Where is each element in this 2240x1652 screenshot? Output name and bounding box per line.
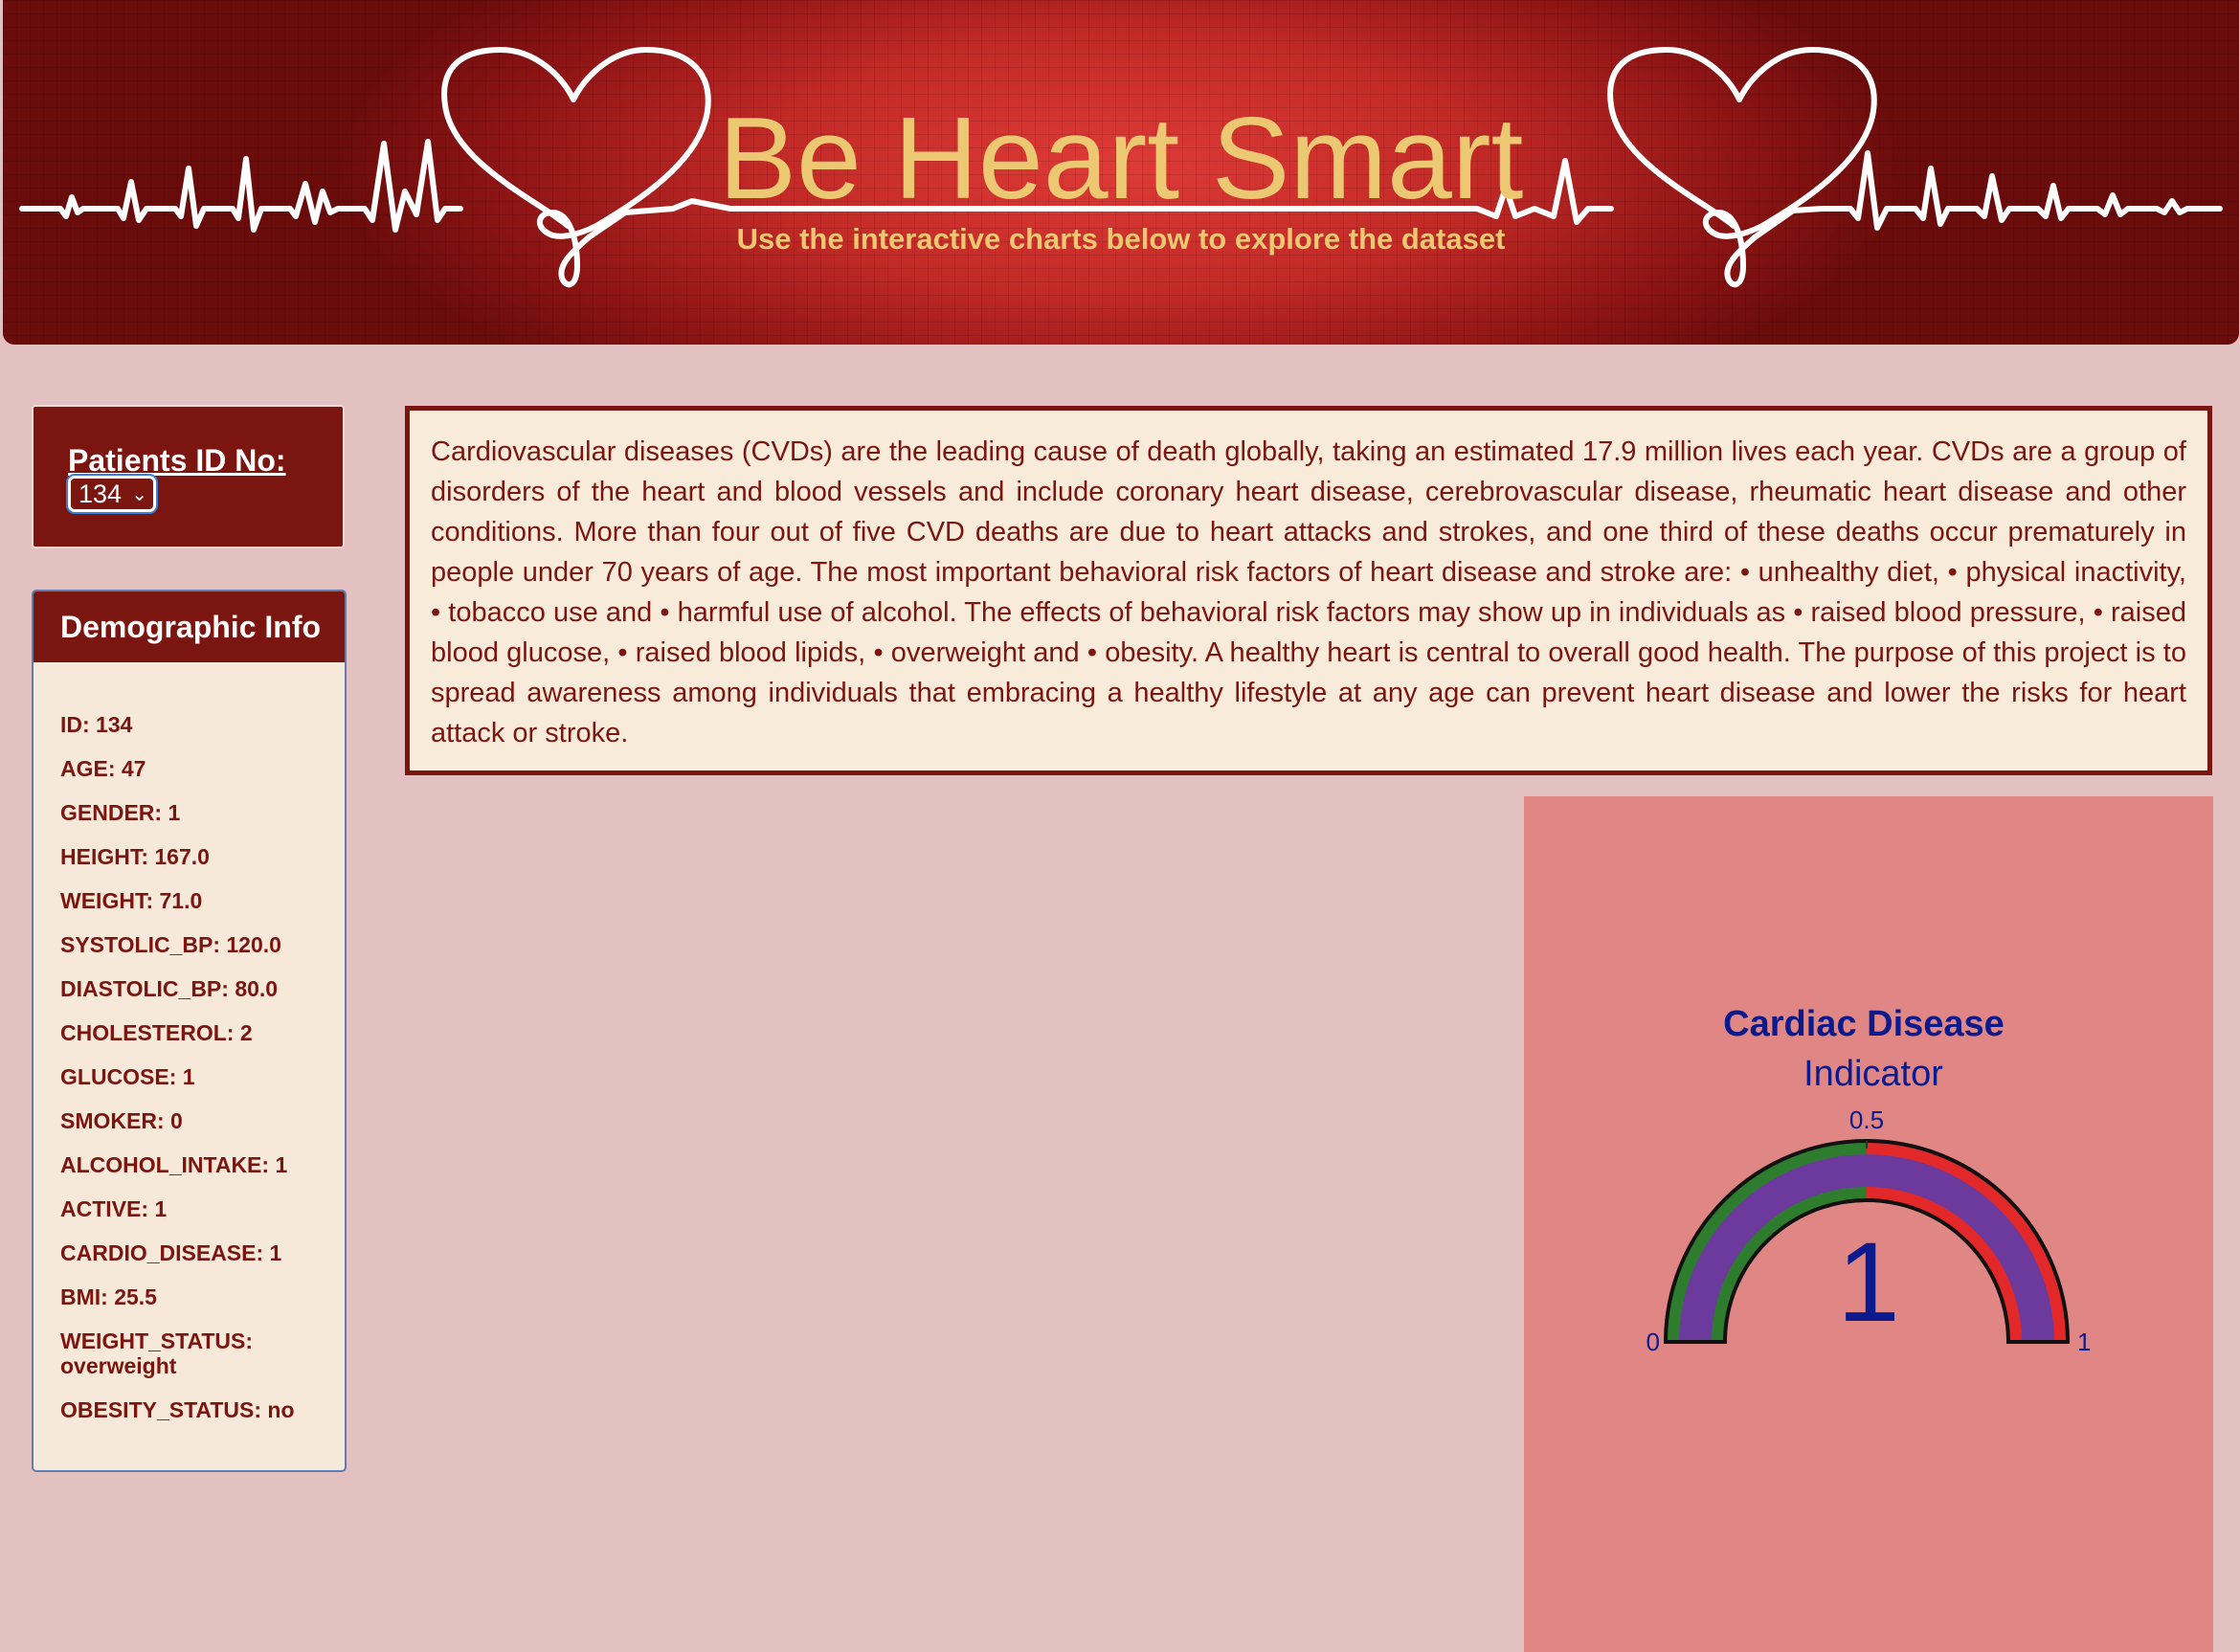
demographic-item-systolic-bp: SYSTOLIC_BP: 120.0 bbox=[60, 932, 281, 957]
demographic-item-id: ID: 134 bbox=[60, 712, 133, 737]
demographic-item-diastolic-bp: DIASTOLIC_BP: 80.0 bbox=[60, 976, 279, 1001]
demographic-item-cholesterol: CHOLESTEROL: 2 bbox=[60, 1020, 253, 1045]
gauge-title-line2: Indicator bbox=[1803, 1054, 1943, 1094]
demographic-item-obesity-status: OBESITY_STATUS: no bbox=[60, 1397, 295, 1422]
cardiac-disease-gauge-panel: Cardiac Disease Indicator 0.5 0 1 1 bbox=[1524, 796, 2213, 1652]
gauge-tick-min: 0 bbox=[1646, 1328, 1660, 1356]
demographic-item-cardio-disease: CARDIO_DISEASE: 1 bbox=[60, 1240, 282, 1265]
gauge-tick-mid: 0.5 bbox=[1849, 1105, 1884, 1134]
gauge-title-line1: Cardiac Disease bbox=[1723, 1004, 2005, 1044]
patient-selector-panel: Patients ID No: 134 ⌄ bbox=[32, 405, 345, 548]
demographic-item-bmi: BMI: 25.5 bbox=[60, 1284, 157, 1309]
demographic-info-heading: Demographic Info bbox=[34, 592, 345, 662]
page-subtitle: Use the interactive charts below to expl… bbox=[736, 222, 1506, 256]
demographic-info-panel: Demographic Info ID: 134 AGE: 47 GENDER:… bbox=[32, 590, 347, 1472]
demographic-info-list: ID: 134 AGE: 47 GENDER: 1 HEIGHT: 167.0 … bbox=[60, 712, 337, 1441]
demographic-item-weight-status: WEIGHT_STATUS: overweight bbox=[60, 1328, 254, 1378]
cardiac-disease-gauge: Cardiac Disease Indicator 0.5 0 1 1 bbox=[1646, 1004, 2092, 1356]
demographic-item-height: HEIGHT: 167.0 bbox=[60, 844, 210, 869]
patient-id-selected-value: 134 bbox=[78, 480, 123, 508]
header-banner: Be Heart Smart Use the interactive chart… bbox=[3, 0, 2239, 345]
patient-id-dropdown[interactable]: 134 ⌄ bbox=[68, 476, 156, 512]
intro-description: Cardiovascular diseases (CVDs) are the l… bbox=[405, 406, 2212, 775]
gauge-tick-max: 1 bbox=[2077, 1328, 2091, 1356]
demographic-item-weight: WEIGHT: 71.0 bbox=[60, 888, 203, 913]
demographic-item-glucose: GLUCOSE: 1 bbox=[60, 1064, 195, 1089]
page-title: Be Heart Smart bbox=[718, 93, 1524, 223]
gauge-value-label: 1 bbox=[1837, 1219, 1900, 1346]
demographic-item-active: ACTIVE: 1 bbox=[60, 1196, 168, 1221]
demographic-item-age: AGE: 47 bbox=[60, 756, 146, 781]
demographic-item-gender: GENDER: 1 bbox=[60, 800, 181, 825]
demographic-item-alcohol-intake: ALCOHOL_INTAKE: 1 bbox=[60, 1152, 288, 1177]
demographic-item-smoker: SMOKER: 0 bbox=[60, 1108, 183, 1133]
chevron-down-icon: ⌄ bbox=[131, 484, 147, 505]
patient-id-label: Patients ID No: bbox=[68, 443, 286, 478]
